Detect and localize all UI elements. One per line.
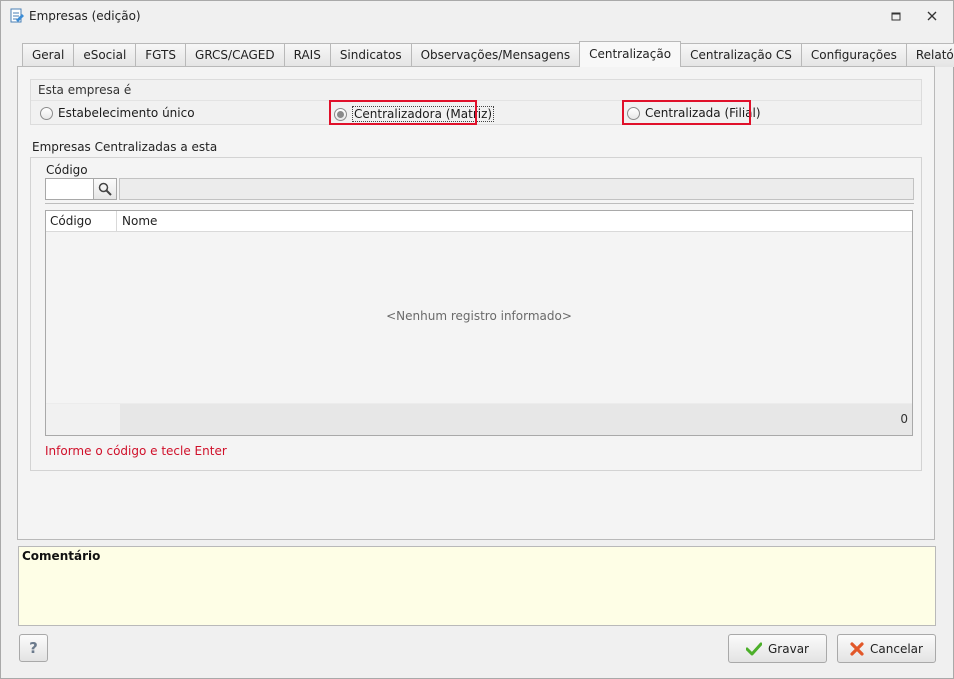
restore-icon [891, 12, 901, 21]
restore-button[interactable] [885, 6, 907, 26]
empresa-tipo-legend: Esta empresa é [38, 83, 132, 97]
tab-rais[interactable]: RAIS [283, 43, 331, 67]
column-header-nome[interactable]: Nome [118, 211, 908, 231]
help-icon: ? [29, 639, 38, 657]
tab-geral[interactable]: Geral [22, 43, 75, 67]
search-icon [98, 182, 112, 196]
empresa-tipo-group: Esta empresa é Estabelecimento único Cen… [30, 79, 922, 125]
tab-bar: Geral eSocial FGTS GRCS/CAGED RAIS Sindi… [22, 41, 954, 67]
separator [45, 203, 914, 204]
comment-box[interactable]: Comentário [18, 546, 936, 626]
grid-header: Código Nome [46, 211, 912, 232]
close-icon [927, 11, 937, 21]
grid-footer: 0 [46, 403, 912, 435]
tab-centralizacao-cs[interactable]: Centralização CS [680, 43, 802, 67]
tab-fgts[interactable]: FGTS [135, 43, 187, 67]
save-button-label: Gravar [768, 641, 809, 656]
tab-centralizacao[interactable]: Centralização [579, 41, 682, 67]
cancel-button[interactable]: Cancelar [837, 634, 936, 663]
centralizadas-grid[interactable]: Código Nome <Nenhum registro informado> … [45, 210, 913, 436]
record-count: 0 [900, 412, 908, 426]
tab-configuracoes[interactable]: Configurações [800, 43, 907, 67]
tab-sindicatos[interactable]: Sindicatos [329, 43, 412, 67]
radio-circle [40, 106, 53, 120]
radio-estabelecimento-unico[interactable]: Estabelecimento único [40, 106, 195, 120]
help-button[interactable]: ? [19, 634, 48, 662]
empresa-nome-display [119, 178, 914, 200]
highlight-box-matriz [329, 100, 477, 125]
tab-relatorios[interactable]: Relatórios [905, 43, 954, 67]
tab-panel-centralizacao: Esta empresa é Estabelecimento único Cen… [17, 66, 935, 540]
save-button[interactable]: Gravar [728, 634, 827, 663]
document-edit-icon [10, 8, 24, 23]
close-button[interactable] [921, 6, 943, 26]
tab-esocial[interactable]: eSocial [73, 43, 137, 67]
search-button[interactable] [93, 178, 117, 200]
centralizadas-group: Código Código Nome <Nenhum registro info… [30, 157, 922, 471]
x-icon [850, 641, 864, 656]
column-header-codigo[interactable]: Código [46, 211, 117, 231]
cancel-button-label: Cancelar [870, 641, 923, 656]
title-bar: Empresas (edição) [1, 1, 953, 31]
footer-cell [46, 404, 120, 435]
main-window: Empresas (edição) Geral eSocial FGTS GRC… [0, 0, 954, 679]
highlight-box-filial [622, 100, 751, 125]
centralizadas-group-title: Empresas Centralizadas a esta [32, 140, 218, 154]
codigo-label: Código [46, 163, 88, 177]
tab-grcs-caged[interactable]: GRCS/CAGED [185, 43, 285, 67]
window-title: Empresas (edição) [29, 9, 141, 23]
radio-label-estabelecimento-unico: Estabelecimento único [58, 106, 195, 120]
hint-text: Informe o código e tecle Enter [45, 444, 227, 458]
comment-label: Comentário [22, 549, 101, 563]
empty-message: <Nenhum registro informado> [386, 309, 572, 323]
codigo-input[interactable] [45, 178, 94, 200]
check-icon [746, 642, 762, 655]
tab-observacoes-mensagens[interactable]: Observações/Mensagens [410, 43, 581, 67]
